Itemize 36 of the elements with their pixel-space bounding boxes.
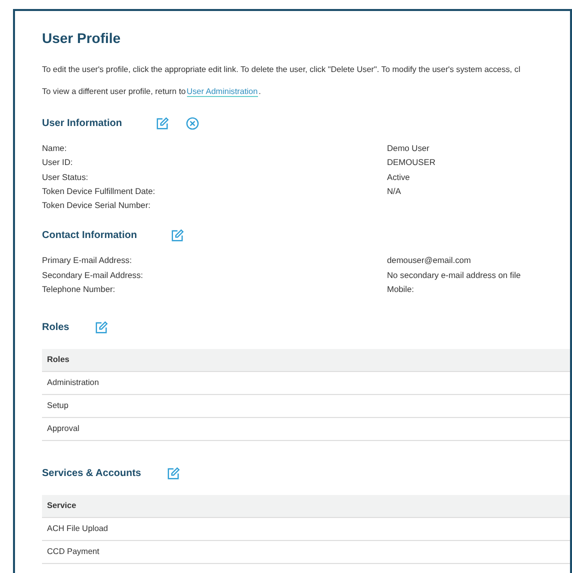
section-title: User Information (42, 118, 122, 128)
table-cell: CCD Payment (42, 541, 570, 564)
view-text: To view a different user profile, return to (42, 87, 186, 96)
field-label: Telephone Number: (42, 284, 116, 296)
table-cell: Approval (42, 418, 570, 442)
section-title: Roles (42, 322, 70, 333)
edit-icon[interactable] (156, 116, 170, 130)
field-label: Name: (42, 143, 68, 154)
field-value: Demo User (387, 143, 430, 154)
table-cell: ACH File Upload (42, 518, 570, 542)
edit-icon[interactable] (167, 466, 180, 480)
field-value: demouser@email.com (387, 255, 472, 267)
field-label: Primary E-mail Address: (42, 255, 133, 267)
section-title: Contact Information (42, 230, 137, 241)
table-cell: Administration (42, 372, 570, 396)
edit-icon[interactable] (171, 228, 184, 242)
field-value: Active (387, 172, 411, 183)
edit-icon[interactable] (95, 320, 108, 334)
field-label: User Status: (42, 172, 90, 183)
section-title: Services & Accounts (42, 468, 142, 479)
intro-text: To edit the user's profile, click the appropriate edit link. To delete the user, click "Delete User". To modify the user's system access, cl (42, 65, 520, 74)
user-administration-link[interactable]: User Administration (186, 87, 258, 97)
table-header: Roles (42, 349, 570, 372)
field-value: N/A (387, 186, 402, 198)
field-label: Token Device Serial Number: (42, 200, 152, 212)
field-value: DEMOUSER (387, 157, 436, 169)
field-label: Secondary E-mail Address: (42, 270, 144, 282)
field-label: User ID: (42, 157, 74, 169)
remove-icon[interactable] (186, 116, 200, 130)
field-label: Token Device Fulfillment Date: (42, 186, 156, 198)
period-text: . (258, 87, 261, 96)
field-value: No secondary e-mail address on file (387, 270, 522, 282)
table-cell: Setup (42, 395, 570, 418)
table-header: Service (42, 495, 570, 518)
page-title: User Profile (42, 30, 121, 46)
field-value: Mobile: (387, 284, 415, 296)
